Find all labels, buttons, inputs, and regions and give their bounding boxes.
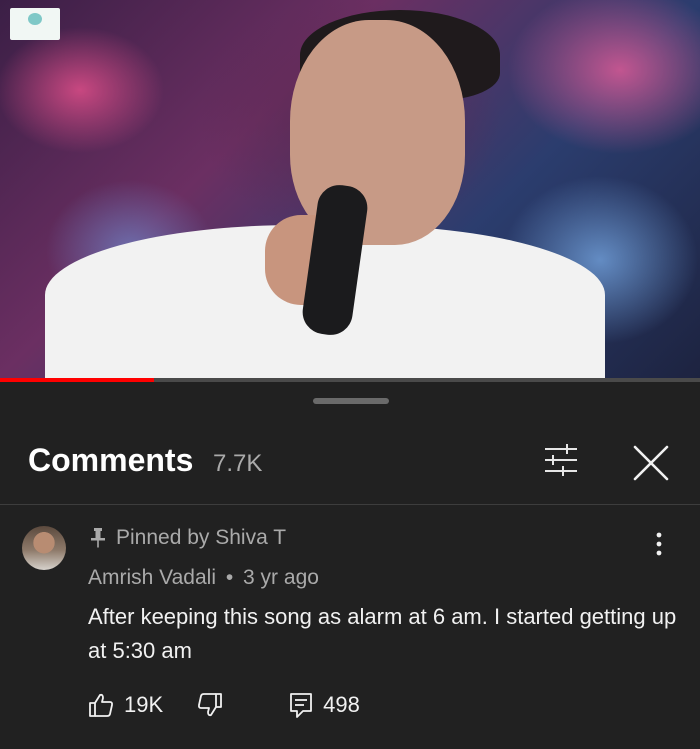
close-button[interactable]: [628, 440, 674, 486]
pinned-by-text: Pinned by Shiva T: [116, 526, 287, 549]
comment-actions: 19K 498: [88, 692, 360, 718]
close-icon: [633, 445, 669, 481]
sort-filter-button[interactable]: [538, 440, 584, 480]
pinned-label: Pinned by Shiva T: [90, 526, 286, 550]
comment-meta: Amrish Vadali • 3 yr ago: [88, 566, 319, 590]
sliders-icon: [545, 444, 577, 476]
video-player[interactable]: [0, 0, 700, 378]
comments-title: Comments: [28, 442, 194, 478]
drag-handle[interactable]: [313, 398, 389, 404]
channel-watermark-icon: [10, 8, 60, 40]
reply-icon: [290, 693, 313, 718]
comment-text: After keeping this song as alarm at 6 am…: [88, 604, 677, 663]
comments-count: 7.7K: [213, 450, 263, 477]
more-vertical-icon: [656, 532, 662, 556]
dislike-button[interactable]: [197, 692, 223, 718]
avatar[interactable]: [22, 526, 66, 570]
thumbs-down-icon: [198, 693, 223, 717]
thumbs-up-icon: [89, 693, 113, 717]
comment-author[interactable]: Amrish Vadali: [88, 566, 216, 589]
reply-count: 498: [323, 692, 360, 717]
divider: [0, 504, 700, 505]
comment-more-button[interactable]: [648, 528, 670, 560]
pin-icon: [91, 528, 105, 548]
reply-button[interactable]: 498: [289, 692, 360, 718]
meta-separator: •: [225, 566, 234, 589]
like-count: 19K: [124, 692, 164, 717]
like-button[interactable]: 19K: [88, 692, 163, 718]
comments-sheet: Comments 7.7K Pinned by Shiva T Amrish V…: [0, 382, 700, 749]
comment-time: 3 yr ago: [243, 566, 319, 589]
